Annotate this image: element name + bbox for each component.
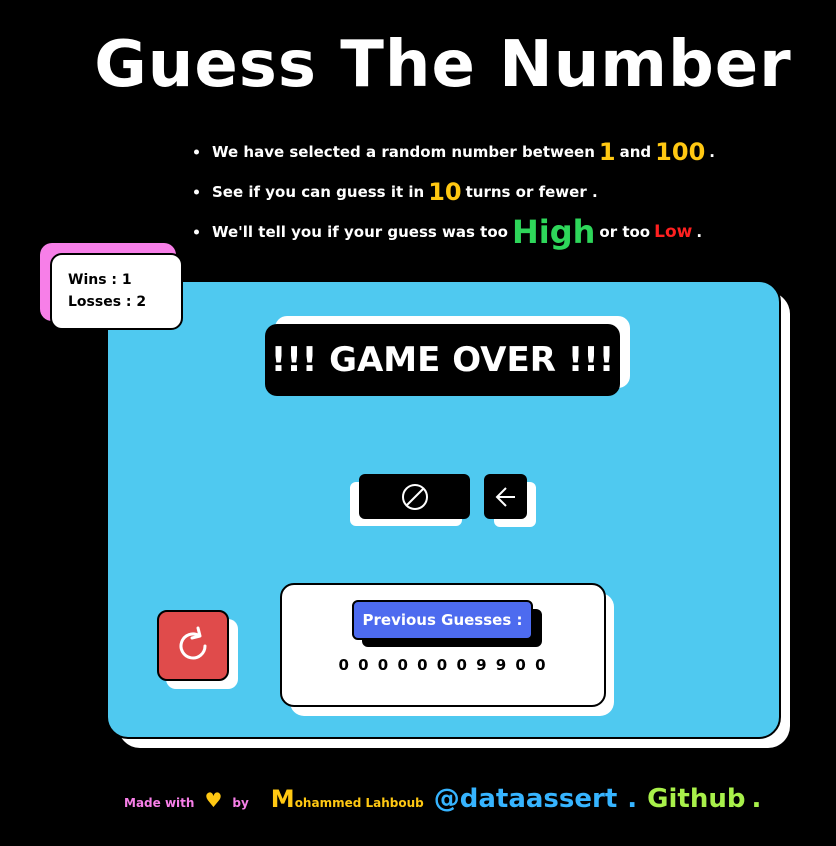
rule-feedback-text: We'll tell you if your guess was too xyxy=(212,223,508,241)
github-link[interactable]: Github xyxy=(647,784,745,814)
author-handle-link[interactable]: @dataassert xyxy=(434,784,618,814)
low-label: Low xyxy=(654,222,693,242)
reset-game-button[interactable] xyxy=(157,610,229,681)
wins-count: Wins : 1 xyxy=(68,272,132,288)
submit-guess-button[interactable] xyxy=(484,474,527,519)
author-initial: M xyxy=(270,785,295,813)
high-label: High xyxy=(511,213,596,251)
rule-turns-text: See if you can guess it in xyxy=(212,183,425,201)
rule-range-text: We have selected a random number between xyxy=(212,143,595,161)
footer-separator: . xyxy=(627,784,638,814)
prohibited-icon xyxy=(401,483,428,510)
rule-feedback: We'll tell you if your guess was too Hig… xyxy=(192,212,715,252)
range-max: 100 xyxy=(655,138,706,166)
rule-turns: See if you can guess it in 10 turns or f… xyxy=(192,172,715,212)
arrow-left-icon xyxy=(495,486,515,507)
heart-icon: ♥ xyxy=(204,788,223,812)
turns-count: 10 xyxy=(428,178,462,206)
previous-guesses-values: 0 0 0 0 0 0 0 9 9 0 0 xyxy=(338,656,548,674)
rule-feedback-end: . xyxy=(696,223,703,241)
guess-input[interactable] xyxy=(359,474,470,519)
author-name: ohammed Lahboub xyxy=(294,796,424,810)
page-title: Guess The Number xyxy=(94,28,792,102)
previous-guesses-label: Previous Guesses : xyxy=(352,600,533,640)
score-card: Wins : 1 Losses : 2 xyxy=(50,253,183,330)
losses-count: Losses : 2 xyxy=(68,294,147,310)
footer-end-dot: . xyxy=(751,784,762,814)
footer: Made with ♥ by M ohammed Lahboub @dataas… xyxy=(124,784,761,814)
range-min: 1 xyxy=(598,138,616,166)
rule-range: We have selected a random number between… xyxy=(192,132,715,172)
restart-icon xyxy=(179,626,207,659)
rule-feedback-or: or too xyxy=(599,223,651,241)
rule-range-and: and xyxy=(619,143,652,161)
rule-turns-post: turns or fewer . xyxy=(465,183,598,201)
footer-by: by xyxy=(232,796,249,810)
footer-made-with: Made with xyxy=(124,796,195,810)
rules-list: We have selected a random number between… xyxy=(192,132,715,252)
rule-range-end: . xyxy=(709,143,715,161)
game-over-banner: !!! GAME OVER !!! xyxy=(265,324,620,396)
